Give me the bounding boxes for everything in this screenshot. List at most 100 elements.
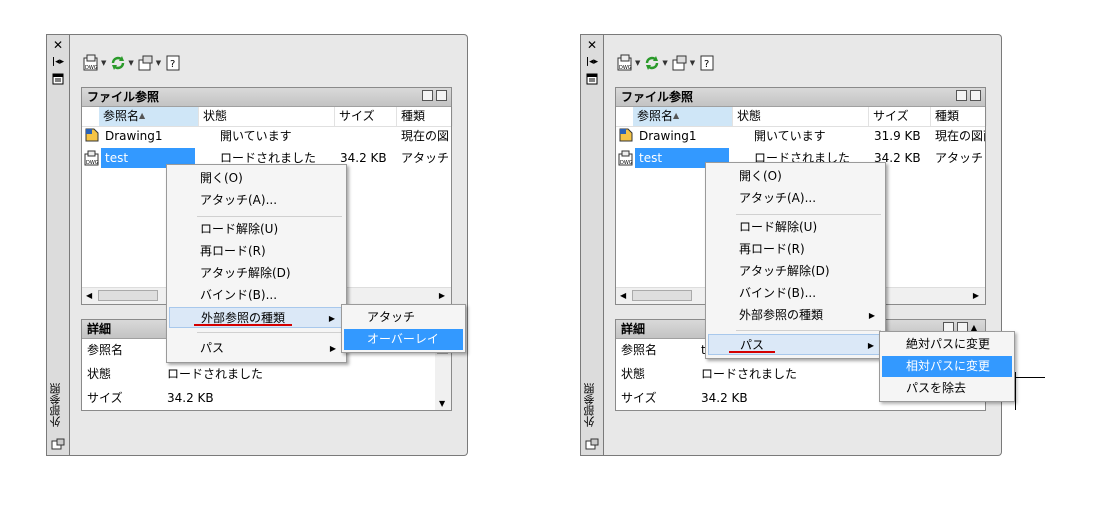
path-icon	[138, 55, 153, 71]
refresh-button[interactable]: ▼	[109, 51, 134, 75]
status-cell: 開いています	[754, 129, 826, 143]
svg-text:DWG: DWG	[86, 160, 99, 166]
menu-item-reload[interactable]: 再ロード(R)	[708, 239, 883, 260]
file-references-header: ファイル参照	[616, 88, 985, 107]
scroll-thumb[interactable]	[98, 290, 158, 301]
chevron-down-icon[interactable]: ▼	[690, 59, 695, 67]
callout-line	[1015, 377, 1045, 378]
table-row[interactable]: Drawing1 開いています 31.9 KB 現在の図面	[616, 126, 985, 146]
menu-item-detach[interactable]: アタッチ解除(D)	[708, 261, 883, 282]
ref-name-cell: Drawing1	[105, 129, 163, 143]
chevron-down-icon[interactable]: ▼	[101, 59, 106, 67]
column-status[interactable]: 状態	[199, 107, 335, 126]
scroll-thumb[interactable]	[632, 290, 692, 301]
help-button[interactable]: ?	[164, 51, 182, 75]
attach-dwg-button[interactable]: DWG ▼	[616, 51, 640, 75]
table-row[interactable]: Drawing1 開いています 現在の図	[82, 126, 451, 146]
sort-asc-icon: ▲	[673, 111, 680, 120]
refresh-icon	[646, 56, 659, 70]
auto-hide-icon[interactable]: |◂▸	[585, 55, 599, 69]
submenu-path: 絶対パスに変更 相対パスに変更 パスを除去	[879, 331, 1015, 402]
refresh-button[interactable]: ▼	[643, 51, 668, 75]
chevron-down-icon[interactable]: ▼	[662, 59, 667, 67]
column-status[interactable]: 状態	[733, 107, 869, 126]
close-icon[interactable]: ✕	[51, 38, 65, 52]
auto-hide-icon[interactable]: |◂▸	[51, 55, 65, 69]
menu-item-detach[interactable]: アタッチ解除(D)	[169, 263, 344, 284]
size-cell: 31.9 KB	[874, 129, 921, 143]
change-path-button[interactable]: ▼	[671, 51, 695, 75]
menu-item-path[interactable]: パス ▶	[169, 338, 344, 359]
help-button[interactable]: ?	[698, 51, 716, 75]
palette-title: 外部参照	[49, 383, 62, 427]
detail-value: 34.2 KB	[167, 391, 214, 405]
type-cell: 現在の図	[401, 129, 450, 143]
detail-label: 状態	[621, 367, 646, 381]
dwg-icon: DWG	[84, 150, 100, 172]
help-icon: ?	[700, 55, 714, 71]
dwg-icon: DWG	[618, 150, 634, 172]
svg-text:DWG: DWG	[85, 65, 98, 71]
section-title: ファイル参照	[621, 90, 694, 104]
submenu-item-remove-path[interactable]: パスを除去	[882, 378, 1012, 399]
menu-item-xref-type[interactable]: 外部参照の種類 ▶	[708, 305, 883, 326]
column-size[interactable]: サイズ	[335, 107, 397, 126]
properties-icon[interactable]	[51, 73, 65, 87]
sort-asc-icon: ▲	[139, 111, 146, 120]
column-type[interactable]: 種類	[931, 107, 987, 126]
scroll-left-icon[interactable]: ◀	[86, 288, 92, 304]
menu-item-bind[interactable]: バインド(B)...	[169, 285, 344, 306]
tree-view-icon[interactable]	[970, 90, 981, 101]
menu-item-bind[interactable]: バインド(B)...	[708, 283, 883, 304]
scroll-right-icon[interactable]: ▶	[973, 288, 979, 304]
column-ref-name[interactable]: 参照名 ▲	[99, 107, 199, 126]
column-type[interactable]: 種類	[397, 107, 453, 126]
menu-item-reload[interactable]: 再ロード(R)	[169, 241, 344, 262]
palette-side-strip: ✕ |◂▸ 外部参照	[580, 34, 604, 456]
detail-value: ロードされました	[167, 367, 264, 381]
section-title: 詳細	[621, 322, 646, 336]
submenu-item-relative-path[interactable]: 相対パスに変更	[882, 356, 1012, 377]
menu-item-open[interactable]: 開く(O)	[169, 168, 344, 189]
menu-item-open[interactable]: 開く(O)	[708, 166, 883, 187]
chevron-down-icon[interactable]: ▼	[156, 59, 161, 67]
path-icon	[672, 55, 687, 71]
submenu-item-overlay[interactable]: オーバーレイ	[344, 329, 463, 350]
menu-item-label: 外部参照の種類	[739, 308, 824, 322]
submenu-item-attach[interactable]: アタッチ	[344, 307, 463, 328]
type-cell: アタッチ	[401, 151, 450, 165]
menu-item-unload[interactable]: ロード解除(U)	[708, 217, 883, 238]
menu-separator	[197, 216, 342, 217]
list-view-icon[interactable]	[422, 90, 433, 101]
xref-palette-icon	[585, 438, 599, 450]
section-title: 詳細	[87, 322, 112, 336]
column-ref-name[interactable]: 参照名 ▲	[633, 107, 733, 126]
refresh-icon	[112, 56, 125, 70]
submenu-arrow-icon: ▶	[867, 341, 874, 350]
chevron-down-icon[interactable]: ▼	[635, 59, 640, 67]
scroll-left-icon[interactable]: ◀	[620, 288, 626, 304]
svg-text:DWG: DWG	[619, 65, 632, 71]
xref-toolbar: DWG ▼ ▼ ▼ ?	[616, 51, 716, 75]
submenu-item-absolute-path[interactable]: 絶対パスに変更	[882, 334, 1012, 355]
menu-item-attach[interactable]: アタッチ(A)...	[169, 190, 344, 211]
chevron-down-icon[interactable]: ▼	[128, 59, 133, 67]
column-size[interactable]: サイズ	[869, 107, 931, 126]
menu-item-unload[interactable]: ロード解除(U)	[169, 219, 344, 240]
close-icon[interactable]: ✕	[585, 38, 599, 52]
status-cell: 開いています	[220, 129, 292, 143]
type-cell: アタッチ	[935, 151, 984, 165]
list-view-icon[interactable]	[956, 90, 967, 101]
svg-text:?: ?	[704, 59, 709, 70]
menu-item-label: 外部参照の種類	[201, 311, 286, 325]
emphasis-underline	[729, 351, 775, 353]
detail-label: 参照名	[87, 343, 124, 357]
type-cell: 現在の図面	[935, 129, 985, 143]
menu-item-attach[interactable]: アタッチ(A)...	[708, 188, 883, 209]
scroll-right-icon[interactable]: ▶	[439, 288, 445, 304]
properties-icon[interactable]	[585, 73, 599, 87]
attach-dwg-button[interactable]: DWG ▼	[82, 51, 106, 75]
change-path-button[interactable]: ▼	[137, 51, 161, 75]
tree-view-icon[interactable]	[436, 90, 447, 101]
scroll-down-icon[interactable]: ▼	[439, 399, 445, 408]
